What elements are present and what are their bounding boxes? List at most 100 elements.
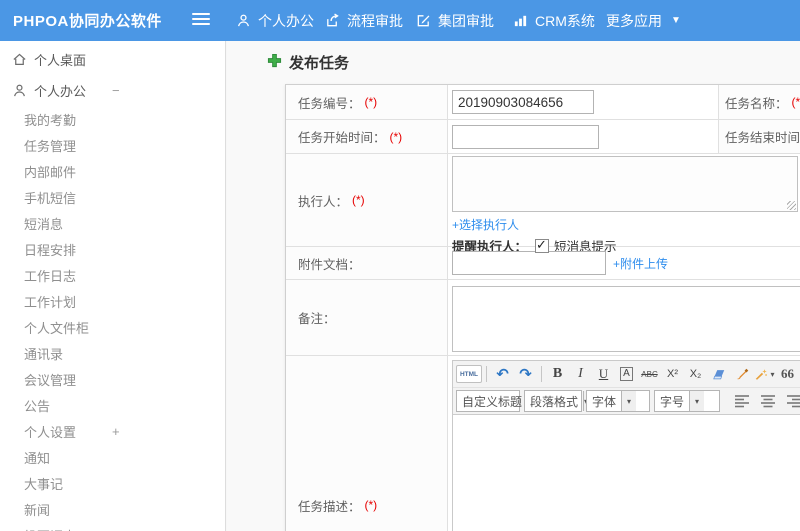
publish-task-form: 任务编号：(*) 任务名称：(*) 任务开始时间：(*) 任务结束时间：(*) (285, 84, 800, 531)
sidebar-item-label: 短消息 (24, 216, 64, 232)
start-time-label: 任务开始时间： (*) (286, 120, 448, 153)
form-row-time: 任务开始时间：(*) 任务结束时间：(*) (286, 119, 800, 153)
sidebar-item-mobile-sms[interactable]: 手机短信 (0, 184, 225, 210)
sidebar-item-news[interactable]: 新闻 (0, 496, 225, 522)
page-title: 发布任务 (289, 55, 350, 72)
undo-icon[interactable]: ↶ (491, 363, 514, 386)
nav-label: CRM系统 (535, 12, 595, 29)
sidebar-item-events[interactable]: 大事记 (0, 470, 225, 496)
sidebar-item-personal-files[interactable]: 个人文件柜 (0, 314, 225, 340)
attachment-input[interactable] (452, 251, 606, 275)
sidebar-item-contacts[interactable]: 通讯录 (0, 340, 225, 366)
sidebar-item-my-attendance[interactable]: 我的考勤 (0, 106, 225, 132)
start-time-cell (448, 120, 719, 153)
redo-icon[interactable]: ↷ (514, 363, 537, 386)
attachment-label: 附件文档： (286, 247, 448, 279)
underline-button[interactable]: U (592, 363, 615, 386)
expand-icon[interactable]: + (112, 418, 120, 444)
sidebar-item-work-plan[interactable]: 工作计划 (0, 288, 225, 314)
sidebar-item-task-management[interactable]: 任务管理 (0, 132, 225, 158)
start-time-input[interactable] (452, 124, 599, 149)
form-row-executor: 执行人：(*) +选择执行人 提醒执行人： 短消息提示 (286, 153, 800, 254)
align-right-icon[interactable] (784, 392, 800, 411)
required-mark: (*) (364, 95, 378, 109)
required-mark: (*) (352, 193, 365, 207)
sidebar-item-internal-mail[interactable]: 内部邮件 (0, 158, 225, 184)
plus-icon (267, 53, 282, 73)
caret-down-icon: ▾ (689, 391, 705, 411)
sidebar-item-short-message[interactable]: 短消息 (0, 210, 225, 236)
editor-toolbar-row1: HTML ↶ ↷ B I U A ABC X² X₂ ▾ 66 (453, 361, 800, 388)
person-icon (12, 83, 27, 98)
nav-item-crm[interactable]: CRM系统 (513, 0, 595, 41)
sidebar: 个人桌面 个人办公 − 我的考勤 任务管理 内部邮件 手机短信 短消息 日程安排… (0, 41, 226, 531)
select-executor-link[interactable]: +选择执行人 (452, 216, 800, 233)
highlight-button[interactable]: A (615, 363, 638, 386)
form-row-remark: 备注： (286, 279, 800, 355)
sidebar-item-label: 投票调查 (24, 526, 76, 531)
sidebar-item-personal-office[interactable]: 个人办公 − (0, 75, 225, 106)
sms-remind-checkbox[interactable] (535, 237, 550, 253)
eraser-icon[interactable] (707, 363, 730, 386)
italic-button[interactable]: I (569, 363, 592, 386)
nav-item-more-apps[interactable]: 更多应用 ▼ (606, 0, 681, 41)
sidebar-item-label: 个人办公 (34, 84, 87, 99)
required-mark: (*) (791, 95, 800, 109)
sidebar-item-partial[interactable]: 投票调查 (0, 522, 225, 531)
subscript-button[interactable]: X₂ (684, 363, 707, 386)
editor-content-area[interactable] (453, 415, 800, 531)
sidebar-item-label: 工作计划 (24, 294, 77, 310)
menu-icon[interactable] (192, 13, 210, 27)
person-icon (236, 13, 251, 28)
sidebar-item-notice[interactable]: 通知 (0, 444, 225, 470)
bold-button[interactable]: B (546, 363, 569, 386)
sidebar-item-label: 日程安排 (24, 242, 77, 258)
nav-item-flow-approval[interactable]: 流程审批 (325, 0, 403, 41)
task-name-label: 任务名称：(*) (719, 85, 800, 119)
chart-icon (513, 13, 528, 28)
attachment-upload-link[interactable]: +附件上传 (613, 255, 668, 272)
align-left-icon[interactable] (732, 392, 751, 411)
remark-label: 备注： (286, 280, 448, 355)
sidebar-item-work-log[interactable]: 工作日志 (0, 262, 225, 288)
html-source-button[interactable]: HTML (456, 365, 482, 383)
sidebar-item-label: 公告 (24, 398, 51, 414)
sidebar-item-personal-settings[interactable]: 个人设置 + (0, 418, 225, 444)
magic-wand-icon[interactable]: ▾ (753, 363, 776, 386)
superscript-button[interactable]: X² (661, 363, 684, 386)
edit-icon (416, 13, 431, 28)
description-cell: HTML ↶ ↷ B I U A ABC X² X₂ ▾ 66 自定义标题 段落… (448, 356, 800, 531)
form-row-task-no: 任务编号：(*) 任务名称：(*) (286, 85, 800, 119)
end-time-label: 任务结束时间：(*) (719, 120, 800, 153)
strikethrough-button[interactable]: ABC (638, 363, 661, 386)
sidebar-item-label: 个人设置 (24, 424, 77, 440)
nav-item-group-approval[interactable]: 集团审批 (416, 0, 494, 41)
sidebar-item-schedule[interactable]: 日程安排 (0, 236, 225, 262)
task-no-label: 任务编号： (*) (286, 85, 448, 119)
sidebar-item-personal-desktop[interactable]: 个人桌面 (0, 44, 225, 75)
remark-textarea[interactable] (452, 286, 800, 352)
paragraph-format-dropdown[interactable]: 段落格式 ▾ (524, 390, 589, 412)
nav-label: 更多应用 (606, 12, 662, 29)
page-header: 发布任务 (267, 52, 349, 73)
format-brush-icon[interactable] (730, 363, 753, 386)
toolbar-separator (541, 366, 542, 382)
font-size-dropdown[interactable]: 字号 ▾ (654, 390, 720, 412)
sidebar-item-meeting-management[interactable]: 会议管理 (0, 366, 225, 392)
executor-textarea[interactable] (452, 156, 798, 212)
task-no-input[interactable] (452, 90, 594, 114)
editor-toolbar-row2: 自定义标题 ▾ 段落格式 ▾ 字体 ▾ 字号 ▾ (453, 388, 800, 415)
sidebar-item-label: 手机短信 (24, 190, 77, 206)
sidebar-item-label: 通讯录 (24, 346, 64, 362)
align-center-icon[interactable] (758, 392, 777, 411)
remark-cell (448, 280, 800, 355)
sidebar-item-label: 我的考勤 (24, 112, 77, 128)
resize-handle[interactable] (787, 201, 796, 210)
font-family-dropdown[interactable]: 字体 ▾ (586, 390, 650, 412)
nav-item-personal-office[interactable]: 个人办公 (236, 0, 314, 41)
blockquote-button[interactable]: 66 (776, 363, 799, 386)
sidebar-item-announcement[interactable]: 公告 (0, 392, 225, 418)
collapse-icon[interactable]: − (112, 75, 120, 106)
custom-heading-dropdown[interactable]: 自定义标题 ▾ (456, 390, 533, 412)
task-no-cell (448, 85, 719, 119)
